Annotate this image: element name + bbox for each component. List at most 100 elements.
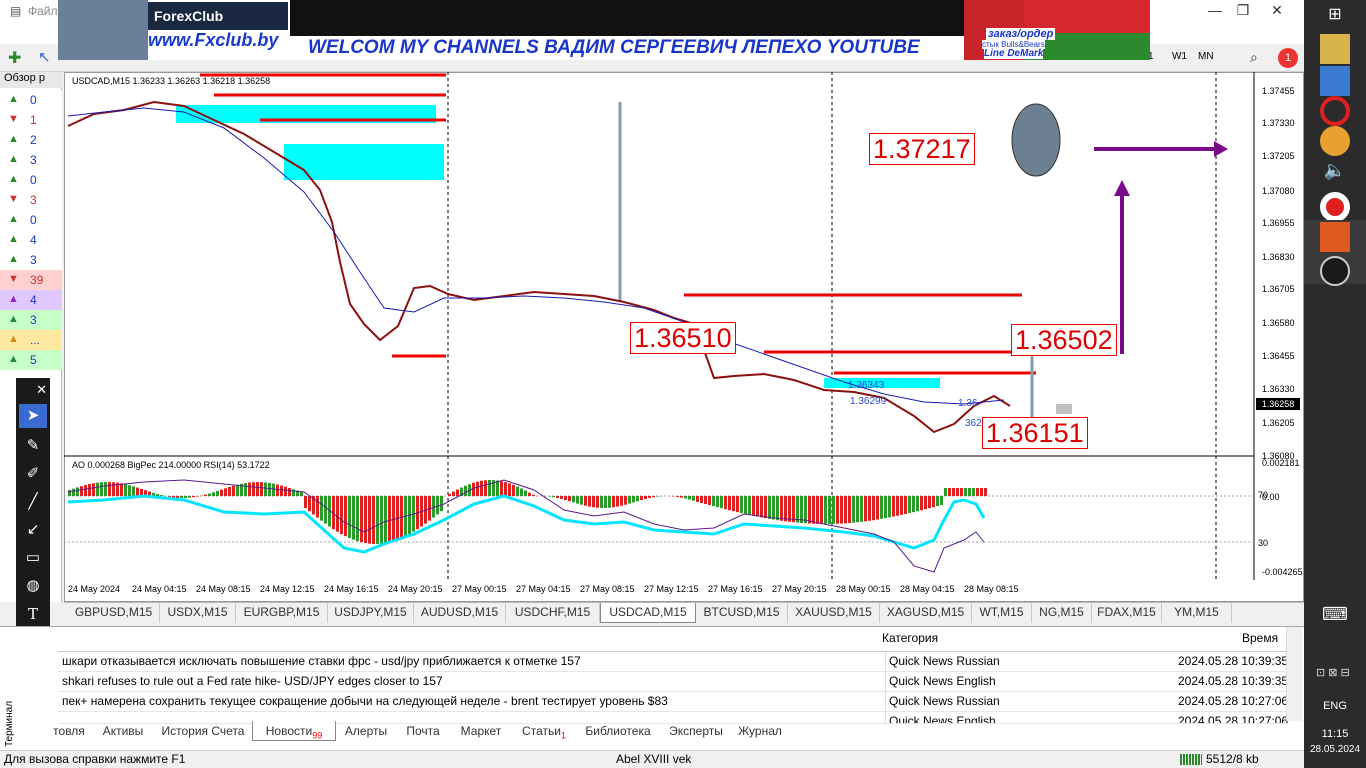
market-watch-row[interactable]: ▲ 0 <box>0 210 62 230</box>
market-watch-row[interactable]: ▼ 3 <box>0 190 62 210</box>
tf-mn[interactable]: MN <box>1198 51 1214 62</box>
ao-bar <box>820 496 823 524</box>
line-icon[interactable]: ╱ <box>19 490 47 514</box>
chart-tab[interactable]: WT,M15 <box>972 603 1032 623</box>
chart-tab[interactable]: GBPUSD,M15 <box>68 603 160 623</box>
market-watch-row[interactable]: ▲ 5 <box>0 350 62 370</box>
market-watch-row[interactable]: ▲ 0 <box>0 90 62 110</box>
terminal-tab-label: Статьи <box>522 724 561 738</box>
minimize-button[interactable]: — <box>1200 0 1230 22</box>
paint-icon[interactable] <box>1320 126 1350 156</box>
ao-bar <box>960 488 963 496</box>
chart-tab[interactable]: USDX,M15 <box>160 603 236 623</box>
terminal-scrollbar[interactable] <box>1286 627 1302 721</box>
text-icon[interactable]: T <box>19 602 47 626</box>
pencil-icon[interactable]: ✎ <box>19 434 47 458</box>
ao-bar <box>560 496 563 499</box>
tab-badge: 99 <box>312 730 323 741</box>
arrow-icon[interactable]: ↖ <box>38 48 51 66</box>
chart-tab[interactable]: USDCHF,M15 <box>506 603 600 623</box>
terminal-tab[interactable]: История Счета <box>154 721 252 741</box>
news-row[interactable]: пек+ намерена сохранить текущее сокращен… <box>58 692 1288 712</box>
opera-icon[interactable] <box>1320 96 1350 126</box>
app-icon[interactable] <box>1320 66 1350 96</box>
terminal-tab[interactable]: Статьи1 <box>512 721 576 741</box>
ao-bar <box>736 496 739 513</box>
chart-tab[interactable]: USDCAD,M15 <box>600 603 696 623</box>
chart-tab[interactable]: BTCUSD,M15 <box>696 603 788 623</box>
col-category[interactable]: Категория <box>882 631 938 645</box>
market-watch-tab[interactable]: Обзор р <box>0 72 62 88</box>
ao-bar <box>488 480 491 496</box>
app2-icon[interactable] <box>1320 222 1350 252</box>
ao-histogram <box>68 480 987 544</box>
market-watch-row[interactable]: ▲ 2 <box>0 130 62 150</box>
terminal-tab[interactable]: Алерты <box>336 721 396 741</box>
new-order-icon[interactable]: ✚ <box>8 48 21 68</box>
y-tick-label: 1.36330 <box>1262 384 1295 394</box>
chart-tab[interactable]: XAUUSD,M15 <box>788 603 880 623</box>
search-icon[interactable]: ⌕ <box>1250 49 1258 66</box>
rectangle-icon[interactable]: ▭ <box>19 546 47 570</box>
clock-time[interactable]: 11:15 <box>1304 728 1366 740</box>
ao-bar <box>812 496 815 524</box>
news-title: пек+ намерена сохранить текущее сокращен… <box>62 694 668 708</box>
speaker-icon[interactable]: 🔈 <box>1320 160 1350 190</box>
tf-w1[interactable]: W1 <box>1172 51 1187 62</box>
app3-icon[interactable] <box>1320 256 1350 286</box>
ao-bar <box>856 496 859 523</box>
ao-bar <box>356 496 359 542</box>
chart-tab[interactable]: AUDUSD,M15 <box>414 603 506 623</box>
terminal-tab[interactable]: товля <box>46 721 92 741</box>
ao-bar <box>368 496 371 544</box>
record-icon[interactable] <box>1320 192 1350 222</box>
chart-tab[interactable]: NG,M15 <box>1032 603 1092 623</box>
terminal-tab[interactable]: Маркет <box>450 721 512 741</box>
market-watch-row[interactable]: ▲ 3 <box>0 250 62 270</box>
restore-button[interactable]: ❐ <box>1228 0 1258 22</box>
close-icon[interactable]: ✕ <box>19 378 47 402</box>
banner-site[interactable]: www.Fxclub.by <box>148 30 288 54</box>
col-time[interactable]: Время <box>1242 631 1278 645</box>
chart-tab[interactable]: EURGBP,M15 <box>236 603 328 623</box>
terminal-tab[interactable]: Активы <box>92 721 154 741</box>
folder-icon[interactable] <box>1320 34 1350 64</box>
ao-bar <box>860 496 863 522</box>
clock-date[interactable]: 28.05.2024 <box>1304 744 1366 755</box>
marker-icon[interactable]: ✐ <box>19 462 47 486</box>
market-watch-row[interactable]: ▼ 39 <box>0 270 62 290</box>
ao-bar <box>500 481 503 496</box>
market-watch-row[interactable]: ▲ 0 <box>0 170 62 190</box>
market-watch-row[interactable]: ▲ 4 <box>0 230 62 250</box>
ao-bar <box>216 490 219 496</box>
terminal-tab[interactable]: Почта <box>396 721 450 741</box>
tray-icons[interactable]: ⊡ ⊠ ⊟ <box>1316 666 1350 679</box>
market-watch-row[interactable]: ▲ 3 <box>0 150 62 170</box>
palette-icon[interactable]: ◍ <box>19 574 47 598</box>
windows-icon[interactable]: ⊞ <box>1320 4 1350 34</box>
market-watch-row[interactable]: ▼ 1 <box>0 110 62 130</box>
ray-icon[interactable]: ↙ <box>19 518 47 542</box>
terminal-tab[interactable]: Новости99 <box>252 721 336 741</box>
cursor-icon[interactable]: ➤ <box>19 404 47 428</box>
notification-badge[interactable]: 1 <box>1278 48 1298 68</box>
price-label: 1.36502 <box>1011 324 1117 356</box>
trend-arrow-icon: ▼ <box>8 273 19 285</box>
terminal-tab[interactable]: Журнал <box>732 721 788 741</box>
chart-tab[interactable]: XAGUSD,M15 <box>880 603 972 623</box>
chart-tab[interactable]: YM,M15 <box>1162 603 1232 623</box>
terminal-tab[interactable]: Библиотека <box>576 721 660 741</box>
market-watch-row[interactable]: ▲ 4 <box>0 290 62 310</box>
chart-tab[interactable]: FDAX,M15 <box>1092 603 1162 623</box>
chart-tab[interactable]: USDJPY,M15 <box>328 603 414 623</box>
market-watch-row[interactable]: ▲ 3 <box>0 310 62 330</box>
market-watch-row[interactable]: ▲... <box>0 330 62 350</box>
ao-bar <box>136 487 139 496</box>
terminal-tab[interactable]: Эксперты <box>660 721 732 741</box>
close-button[interactable]: ✕ <box>1262 0 1292 22</box>
menu-file[interactable]: Файл <box>28 4 58 18</box>
news-row[interactable]: шкари отказывается исключать повышение с… <box>58 652 1288 672</box>
news-row[interactable]: shkari refuses to rule out a Fed rate hi… <box>58 672 1288 692</box>
language-indicator[interactable]: ENG <box>1304 700 1366 712</box>
keyboard-icon[interactable]: ⌨ <box>1320 604 1350 634</box>
